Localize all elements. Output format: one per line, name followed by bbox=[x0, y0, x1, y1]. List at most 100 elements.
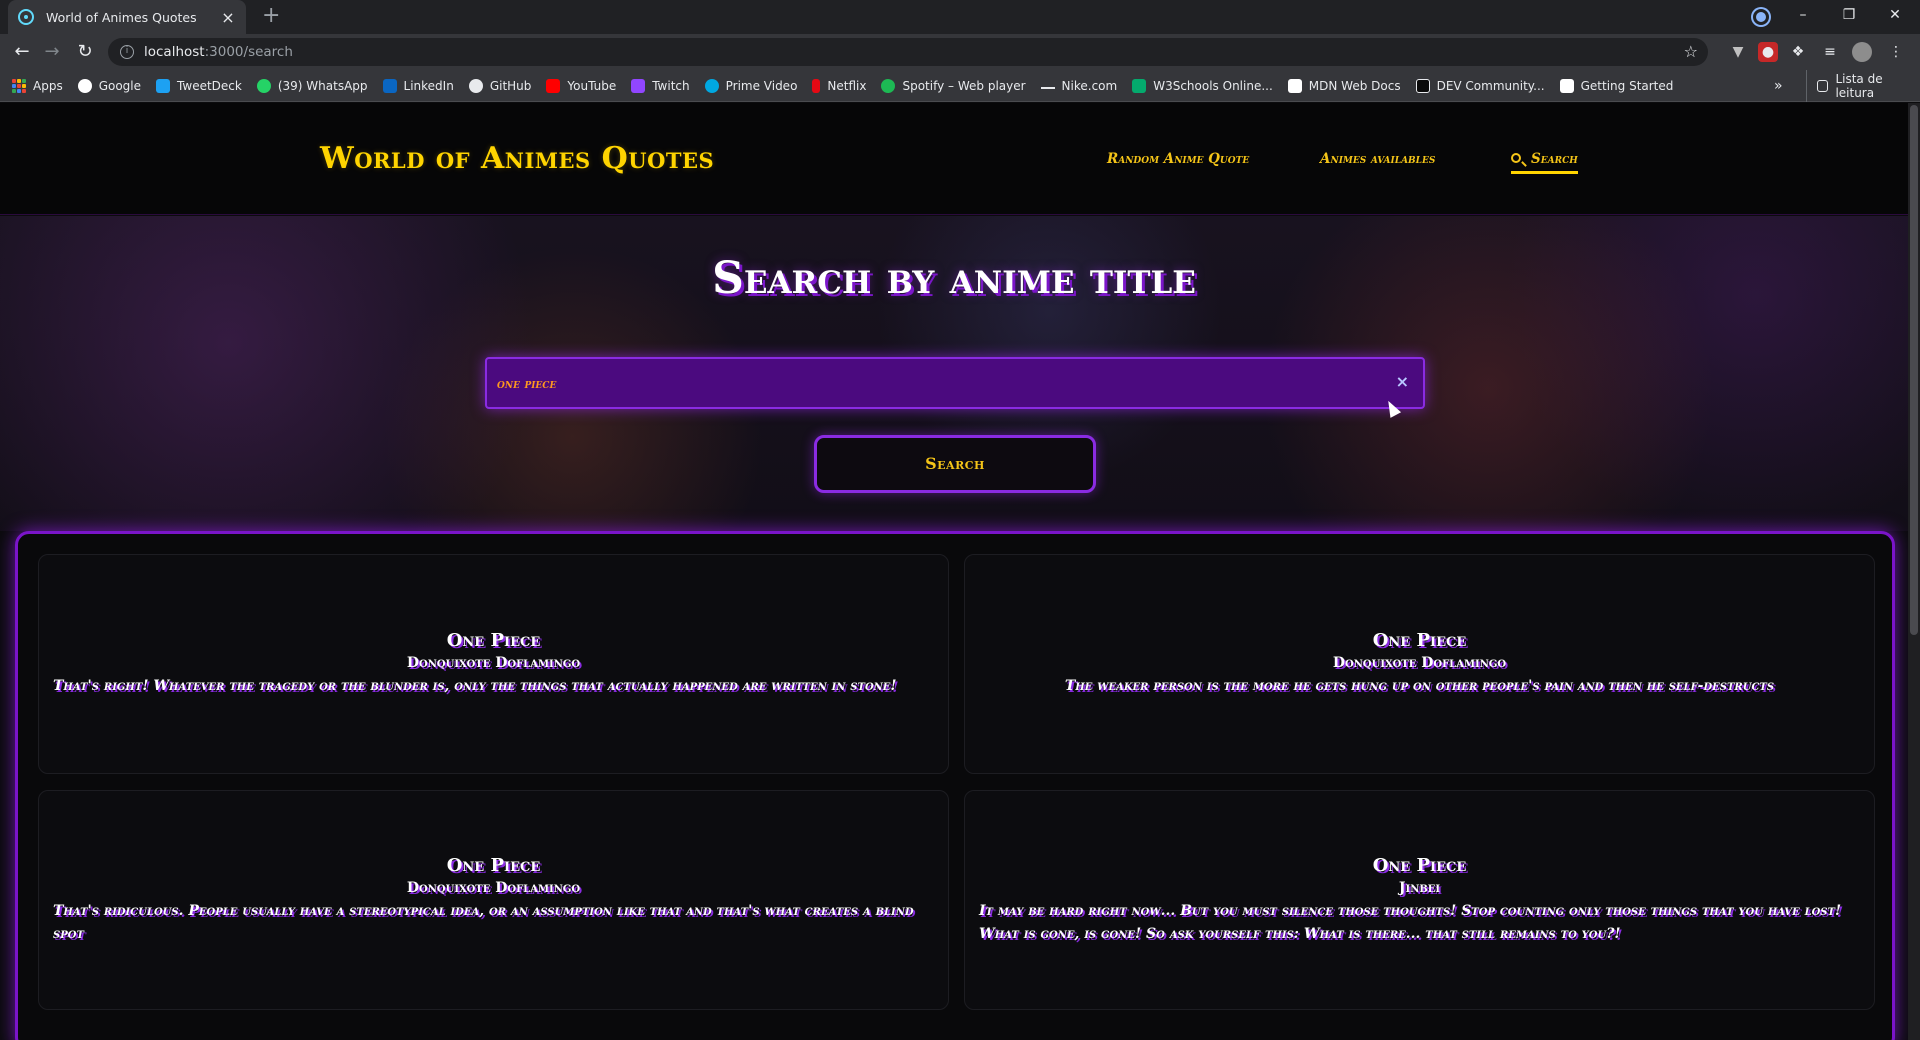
nav-animes-available[interactable]: Animes availables bbox=[1320, 151, 1435, 167]
spotify-icon bbox=[881, 78, 896, 93]
bookmark-twitch[interactable]: Twitch bbox=[631, 78, 690, 93]
bookmark-tweetdeck[interactable]: TweetDeck bbox=[156, 78, 242, 93]
site-logo[interactable]: World of Animes Quotes bbox=[320, 141, 714, 176]
whatsapp-icon bbox=[256, 78, 271, 93]
nav-search[interactable]: Search bbox=[1511, 151, 1578, 174]
bookmark-label: LinkedIn bbox=[403, 78, 454, 93]
card-character: Donquixote Doflamingo bbox=[406, 655, 581, 671]
extension-red-icon[interactable]: ● bbox=[1758, 42, 1778, 62]
card-quote: That's ridiculous. People usually have a… bbox=[53, 902, 914, 942]
reading-list-label: Lista de leitura bbox=[1835, 72, 1883, 100]
bookmark-apps[interactable]: Apps bbox=[12, 78, 63, 93]
reload-icon[interactable]: ↻ bbox=[73, 40, 97, 64]
bookmark-label: TweetDeck bbox=[177, 78, 242, 93]
clear-search-icon[interactable]: × bbox=[1396, 372, 1409, 391]
bookmark-youtube[interactable]: YouTube bbox=[546, 78, 616, 93]
card-character: Donquixote Doflamingo bbox=[1332, 655, 1507, 671]
github-icon bbox=[468, 78, 483, 93]
bookmark-spotify[interactable]: Spotify – Web player bbox=[881, 78, 1026, 93]
quote-card: One Piece Donquixote Doflamingo That's r… bbox=[38, 790, 949, 1010]
page-title: Search by anime title bbox=[712, 253, 1196, 304]
search-icon bbox=[1511, 153, 1521, 163]
bookmark-label: (39) WhatsApp bbox=[277, 78, 368, 93]
bookmark-mdn[interactable]: MDN Web Docs bbox=[1287, 78, 1401, 93]
web-page: World of Animes Quotes Random Anime Quot… bbox=[0, 103, 1908, 1040]
tab-title: World of Animes Quotes bbox=[46, 9, 197, 25]
vue-devtools-icon[interactable]: ▼ bbox=[1728, 42, 1748, 62]
bookmark-label: Nike.com bbox=[1061, 78, 1118, 93]
browser-tab[interactable]: World of Animes Quotes × bbox=[8, 0, 246, 34]
browser-menu-icon[interactable]: ⋮ bbox=[1886, 42, 1906, 62]
card-quote: That's right! Whatever the tragedy or th… bbox=[53, 678, 897, 694]
twitch-icon bbox=[631, 78, 646, 93]
bookmark-notion[interactable]: Getting Started bbox=[1559, 78, 1674, 93]
quote-card: One Piece Donquixote Doflamingo That's r… bbox=[38, 554, 949, 774]
card-anime-title: One Piece bbox=[1372, 854, 1467, 876]
bookmark-label: Spotify – Web player bbox=[902, 78, 1026, 93]
bookmark-label: Netflix bbox=[827, 78, 867, 93]
url-host: localhost bbox=[144, 44, 205, 60]
card-anime-title: One Piece bbox=[1372, 630, 1467, 651]
bookmark-nike[interactable]: Nike.com bbox=[1040, 78, 1118, 93]
restore-button[interactable]: ❐ bbox=[1826, 0, 1872, 30]
bookmark-w3schools[interactable]: W3Schools Online... bbox=[1132, 78, 1273, 93]
youtube-icon bbox=[546, 78, 561, 93]
dev-icon bbox=[1415, 78, 1430, 93]
nav-random-quote[interactable]: Random Anime Quote bbox=[1107, 151, 1249, 167]
site-info-icon[interactable]: i bbox=[120, 45, 134, 59]
profile-avatar-icon[interactable] bbox=[1852, 42, 1872, 62]
bookmark-star-icon[interactable]: ☆ bbox=[1684, 42, 1698, 61]
close-window-button[interactable]: ✕ bbox=[1872, 0, 1918, 30]
google-icon bbox=[77, 78, 92, 93]
forward-arrow-icon[interactable]: → bbox=[40, 40, 64, 64]
bookmark-github[interactable]: GitHub bbox=[468, 78, 532, 93]
search-button[interactable]: Search bbox=[814, 435, 1096, 493]
close-tab-icon[interactable]: × bbox=[220, 8, 236, 27]
bookmark-label: DEV Community... bbox=[1436, 78, 1545, 93]
bookmark-linkedin[interactable]: LinkedIn bbox=[382, 78, 454, 93]
anime-search-box[interactable]: × bbox=[485, 357, 1425, 409]
bookmark-dev[interactable]: DEV Community... bbox=[1415, 78, 1545, 93]
bookmark-label: Apps bbox=[33, 78, 63, 93]
bookmark-whatsapp[interactable]: (39) WhatsApp bbox=[256, 78, 368, 93]
nike-icon bbox=[1040, 83, 1055, 89]
bookmark-netflix[interactable]: Netflix bbox=[812, 78, 867, 93]
apps-grid-icon bbox=[12, 78, 26, 93]
results-panel: One Piece Donquixote Doflamingo That's r… bbox=[15, 531, 1895, 1040]
bookmark-label: W3Schools Online... bbox=[1153, 78, 1273, 93]
quote-card: One Piece Donquixote Doflamingo The weak… bbox=[964, 554, 1875, 774]
address-bar[interactable]: i localhost:3000/search ☆ bbox=[108, 38, 1708, 66]
site-header: World of Animes Quotes Random Anime Quot… bbox=[0, 103, 1908, 215]
browser-toolbar: ← → ↻ i localhost:3000/search ☆ ▼ ● ❖ ≡ … bbox=[0, 34, 1920, 70]
back-arrow-icon[interactable]: ← bbox=[10, 40, 34, 64]
anime-search-input[interactable] bbox=[497, 373, 1377, 395]
nav-search-label: Search bbox=[1531, 151, 1578, 167]
bookmark-label: MDN Web Docs bbox=[1308, 78, 1401, 93]
new-tab-button[interactable]: + bbox=[262, 5, 280, 27]
browser-tab-bar: World of Animes Quotes × + – ❐ ✕ bbox=[0, 0, 1920, 34]
media-control-icon[interactable]: ≡ bbox=[1820, 42, 1840, 62]
prime-video-icon bbox=[704, 78, 719, 93]
bookmark-label: GitHub bbox=[489, 78, 532, 93]
bookmark-prime-video[interactable]: Prime Video bbox=[704, 78, 797, 93]
extensions-puzzle-icon[interactable]: ❖ bbox=[1788, 42, 1808, 62]
more-bookmarks-button[interactable]: » bbox=[1774, 78, 1783, 94]
react-icon bbox=[18, 9, 34, 25]
bookmark-label: Getting Started bbox=[1580, 78, 1674, 93]
card-anime-title: One Piece bbox=[446, 854, 541, 876]
quote-card: One Piece Jinbei It may be hard right no… bbox=[964, 790, 1875, 1010]
netflix-icon bbox=[812, 78, 821, 93]
minimize-button[interactable]: – bbox=[1780, 0, 1826, 30]
card-quote: The weaker person is the more he gets hu… bbox=[1064, 678, 1775, 694]
reading-list-icon bbox=[1817, 80, 1829, 92]
notion-icon bbox=[1559, 78, 1574, 93]
bookmark-google[interactable]: Google bbox=[77, 78, 141, 93]
page-scrollbar[interactable] bbox=[1908, 103, 1920, 1040]
linkedin-icon bbox=[382, 78, 397, 93]
bookmarks-bar: Apps Google TweetDeck (39) WhatsApp Link… bbox=[0, 70, 1920, 102]
card-quote: It may be hard right now... But you must… bbox=[979, 902, 1842, 942]
scrollbar-thumb[interactable] bbox=[1910, 105, 1918, 635]
profile-indicator-icon[interactable] bbox=[1753, 9, 1769, 25]
card-anime-title: One Piece bbox=[446, 630, 541, 651]
reading-list-button[interactable]: Lista de leitura bbox=[1806, 70, 1920, 102]
